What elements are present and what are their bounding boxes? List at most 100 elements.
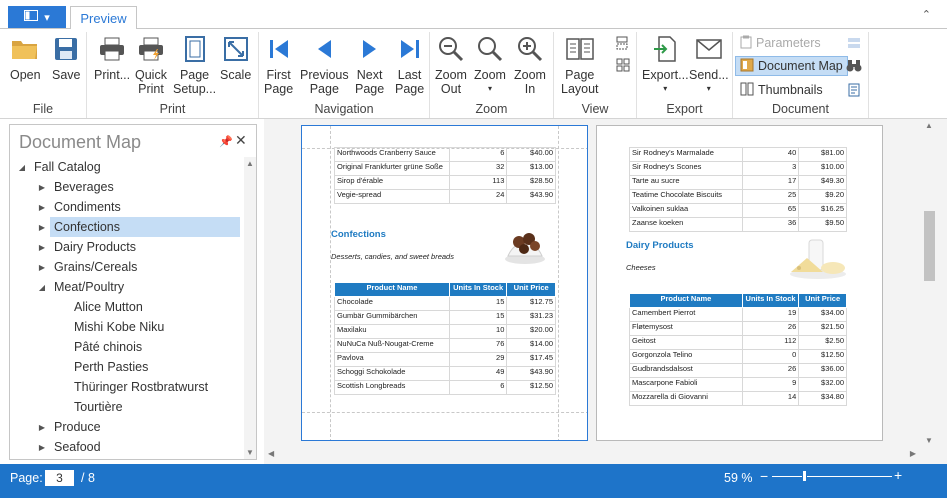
app-menu-button[interactable]: ▾ [8, 6, 66, 28]
table-row: Gumbär Gummibärchen 15 $31.23 [334, 310, 556, 325]
close-icon[interactable]: ✕ [235, 132, 247, 149]
export-button[interactable]: Export... ▾ [642, 34, 689, 96]
scroll-up-icon[interactable]: ▲ [925, 121, 933, 130]
tree-node[interactable]: ▶ Dairy Products [10, 237, 246, 257]
table-cell: $2.50 [798, 335, 847, 350]
tree-node-label: Beverages [54, 180, 114, 194]
table-cell: 113 [448, 175, 508, 190]
tree-node[interactable]: ▶ Grains/Cereals [10, 257, 246, 277]
table-cell: Teatime Chocolate Biscuits [629, 189, 743, 204]
table-row: Northwoods Cranberry Sauce 6 $40.00 [334, 147, 556, 162]
zoom-plus-icon[interactable]: + [894, 467, 902, 483]
table-cell: Sir Rodney's Marmalade [629, 147, 743, 162]
send-button[interactable]: Send... ▾ [689, 34, 729, 96]
tree-node[interactable]: ▶ Condiments [10, 197, 246, 217]
table-row: Schoggi Schokolade 49 $43.90 [334, 366, 556, 381]
expand-icon[interactable]: ▶ [36, 423, 48, 432]
expand-icon[interactable]: ▶ [36, 263, 48, 272]
document-map-scrollbar[interactable]: ▲ ▼ [244, 157, 256, 459]
scroll-right-icon[interactable]: ▶ [910, 449, 916, 458]
tree-node[interactable]: Perth Pasties [10, 357, 246, 377]
tree-node[interactable]: ◢ Fall Catalog [10, 157, 246, 177]
expand-icon[interactable]: ▶ [36, 217, 54, 237]
tree-node[interactable]: ▶ Seafood [10, 437, 246, 457]
tree-node[interactable]: Tourtière [10, 397, 246, 417]
table-cell: $36.00 [798, 363, 847, 378]
collapse-icon[interactable]: ◢ [16, 163, 28, 172]
table-cell: Chocolade [334, 296, 450, 311]
zoom-button[interactable]: Zoom ▾ [474, 34, 506, 96]
table-row: Gorgonzola Telino 0 $12.50 [629, 349, 847, 364]
table-cell: 65 [741, 203, 800, 218]
scroll-down-icon[interactable]: ▼ [925, 436, 933, 445]
preview-area[interactable]: Northwoods Cranberry Sauce 6 $40.00 Origina… [264, 119, 947, 464]
scale-button[interactable]: Scale [220, 34, 251, 82]
tree-node[interactable]: Thüringer Rostbratwurst [10, 377, 246, 397]
table-cell: Mozzarella di Giovanni [629, 391, 743, 406]
highlight-editing-fields-icon[interactable] [847, 36, 861, 53]
thumbnails-button[interactable]: Thumbnails [736, 80, 827, 100]
table-cell: Gorgonzola Telino [629, 349, 743, 364]
collapse-icon[interactable]: ◢ [36, 283, 48, 292]
zoom-slider-thumb[interactable] [802, 470, 808, 482]
quick-print-button[interactable]: Quick Print [135, 34, 167, 96]
scroll-left-icon[interactable]: ◀ [268, 449, 274, 458]
collapse-ribbon-icon[interactable]: ⌃ [922, 8, 931, 21]
expand-icon[interactable]: ▶ [36, 243, 48, 252]
category-description: Cheeses [626, 263, 656, 272]
table-row: Chocolade 15 $12.75 [334, 296, 556, 311]
parameters-button[interactable]: Parameters [736, 33, 825, 53]
previous-page-button[interactable]: Previous Page [300, 34, 349, 96]
expand-icon[interactable]: ▶ [36, 183, 48, 192]
expand-icon[interactable]: ▶ [36, 203, 48, 212]
zoom-slider-track[interactable] [772, 476, 892, 477]
page-layout-button[interactable]: Page Layout [561, 34, 599, 96]
scroll-up-icon[interactable]: ▲ [244, 159, 256, 168]
scroll-down-icon[interactable]: ▼ [244, 448, 256, 457]
page-right[interactable]: Sir Rodney's Marmalade 40 $81.00 Sir Rodney… [596, 125, 883, 441]
open-button[interactable]: Open [10, 34, 41, 82]
tree-node[interactable]: Pâté chinois [10, 337, 246, 357]
binoculars-icon[interactable] [846, 59, 862, 76]
tree-node[interactable]: ◢ Meat/Poultry [10, 277, 246, 297]
preview-vertical-scrollbar[interactable]: ▲ ▼ [920, 119, 938, 447]
expand-icon[interactable]: ▶ [36, 443, 48, 452]
table-row: Tarte au sucre 17 $49.30 [629, 175, 847, 190]
tree-node[interactable]: ▶ Beverages [10, 177, 246, 197]
zoom-out-button[interactable]: Zoom Out [435, 34, 467, 96]
tree-node-label: Thüringer Rostbratwurst [74, 380, 209, 394]
tab-preview[interactable]: Preview [70, 6, 137, 30]
scroll-thumb[interactable] [924, 211, 935, 281]
document-info-icon[interactable] [848, 83, 860, 100]
tree-node[interactable]: Alice Mutton [10, 297, 246, 317]
print-group: Print... Quick Print Page Setup... Scale… [87, 32, 259, 118]
tree-node[interactable]: ▶ Produce [10, 417, 246, 437]
page-setup-button[interactable]: Page Setup... [173, 34, 216, 96]
document-map-button[interactable]: Document Map [735, 56, 848, 76]
tree-node-label: Meat/Poultry [54, 280, 125, 294]
tree-node[interactable]: Mishi Kobe Niku [10, 317, 246, 337]
continuous-layout-icon[interactable] [616, 36, 628, 53]
preview-horizontal-scrollbar[interactable]: ◀ ▶ [264, 447, 920, 461]
last-page-button[interactable]: Last Page [395, 34, 424, 96]
tree-node[interactable]: ▶Confections [50, 217, 240, 237]
tree-node-label: Produce [54, 420, 101, 434]
page-number-input[interactable] [45, 470, 74, 486]
zoom-in-button[interactable]: Zoom In [514, 34, 546, 96]
save-button[interactable]: Save [52, 34, 81, 82]
page-left[interactable]: Northwoods Cranberry Sauce 6 $40.00 Origina… [301, 125, 588, 441]
table-row: Mozzarella di Giovanni 14 $34.80 [629, 391, 847, 406]
document-map-icon [740, 58, 754, 75]
first-page-button[interactable]: First Page [264, 34, 293, 96]
ribbon: Open Save File Print... Quick Print Page… [0, 29, 947, 119]
print-button[interactable]: Print... [94, 34, 130, 82]
next-page-button[interactable]: Next Page [355, 34, 384, 96]
page-label: Page: [10, 471, 43, 485]
page-setup-icon [181, 34, 209, 64]
pin-icon[interactable]: 📌 [219, 135, 233, 148]
column-header: Units In Stock [448, 282, 508, 297]
zoom-minus-icon[interactable]: − [760, 468, 768, 484]
category-title: Confections [331, 229, 386, 240]
facing-pages-icon[interactable] [616, 58, 630, 75]
export-group: Export... ▾ Send... ▾ Export [637, 32, 733, 118]
